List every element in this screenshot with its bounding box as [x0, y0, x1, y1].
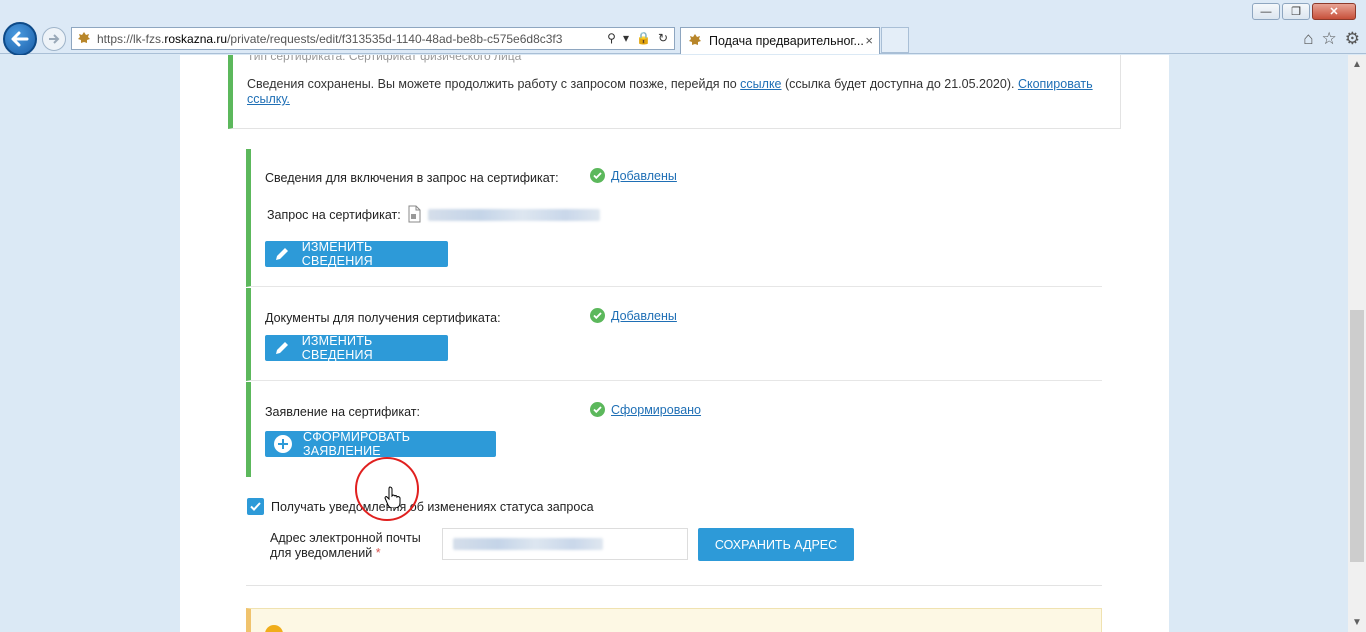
notifications-checkbox[interactable]: [247, 498, 264, 515]
plus-circle-icon: [273, 434, 293, 454]
warning-icon: [265, 625, 283, 632]
form-sheet: Тип сертификата: Сертификат физического …: [180, 55, 1169, 632]
request-info-status: Добавлены: [590, 168, 677, 183]
edit-request-info-button[interactable]: ИЗМЕНИТЬ СВЕДЕНИЯ: [265, 240, 448, 268]
tab-close-icon[interactable]: ×: [865, 33, 873, 48]
url-text: https://lk-fzs.roskazna.ru/private/reque…: [97, 31, 563, 46]
dropdown-icon[interactable]: ▾: [623, 31, 629, 45]
scroll-up-icon[interactable]: ▲: [1352, 59, 1362, 70]
resume-link[interactable]: ссылке: [740, 77, 781, 91]
restore-button[interactable]: ❐: [1282, 3, 1310, 20]
file-icon: [408, 205, 421, 223]
address-bar[interactable]: https://lk-fzs.roskazna.ru/private/reque…: [71, 27, 675, 50]
documents-status-link[interactable]: Добавлены: [611, 309, 677, 323]
request-info-status-link[interactable]: Добавлены: [611, 169, 677, 183]
arrow-right-icon: [49, 34, 60, 44]
pencil-icon: [273, 244, 292, 264]
email-value: [453, 538, 603, 550]
browser-toolbar-icons: ⌂ ☆ ⚙: [1303, 29, 1360, 49]
new-tab-button[interactable]: [881, 27, 909, 53]
warning-panel: [246, 608, 1102, 632]
lock-icon[interactable]: 🔒: [636, 31, 651, 45]
divider: [246, 585, 1102, 586]
statement-label: Заявление на сертификат:: [265, 405, 420, 419]
statement-status-link[interactable]: Сформировано: [611, 403, 701, 417]
saved-message: Сведения сохранены. Вы можете продолжить…: [247, 77, 1093, 106]
refresh-icon[interactable]: ↻: [658, 31, 668, 45]
request-info-label: Сведения для включения в запрос на серти…: [265, 171, 559, 185]
site-emblem-icon: [689, 34, 701, 45]
documents-section: Документы для получения сертификата: Доб…: [246, 288, 1102, 381]
minimize-button[interactable]: —: [1252, 3, 1280, 20]
window-controls: — ❐ ✕: [1252, 3, 1356, 20]
documents-status: Добавлены: [590, 308, 677, 323]
check-circle-icon: [590, 402, 605, 417]
page-viewport: Тип сертификата: Сертификат физического …: [0, 55, 1348, 632]
tab-title: Подача предварительног...: [709, 34, 864, 48]
hand-cursor-icon: [384, 486, 401, 508]
favorites-star-icon[interactable]: ☆: [1322, 29, 1337, 49]
generate-statement-button[interactable]: СФОРМИРОВАТЬ ЗАЯВЛЕНИЕ: [265, 430, 496, 458]
scroll-down-icon[interactable]: ▼: [1352, 617, 1362, 628]
close-window-button[interactable]: ✕: [1312, 3, 1356, 20]
check-circle-icon: [590, 308, 605, 323]
request-file-link[interactable]: [428, 209, 600, 221]
certificate-type-line: Тип сертификата: Сертификат физического …: [247, 55, 522, 63]
save-address-button[interactable]: СОХРАНИТЬ АДРЕС: [698, 528, 854, 561]
email-input[interactable]: [442, 528, 688, 560]
required-mark: *: [375, 546, 381, 560]
request-file-label: Запрос на сертификат:: [267, 208, 401, 222]
request-info-section: Сведения для включения в запрос на серти…: [246, 149, 1102, 287]
address-tools: ⚲ ▾ 🔒 ↻: [607, 31, 668, 45]
browser-tab[interactable]: Подача предварительног... ×: [680, 27, 880, 54]
back-button[interactable]: [3, 22, 37, 56]
pencil-icon: [273, 338, 292, 358]
notifications-checkbox-label: Получать уведомления об изменениях стату…: [271, 499, 594, 514]
arrow-left-icon: [11, 31, 29, 47]
vertical-scrollbar[interactable]: ▲ ▼: [1348, 55, 1366, 632]
notifications-option[interactable]: Получать уведомления об изменениях стату…: [247, 498, 594, 515]
settings-gear-icon[interactable]: ⚙: [1345, 29, 1360, 49]
forward-button[interactable]: [42, 27, 66, 51]
saved-notice: Тип сертификата: Сертификат физического …: [228, 55, 1121, 129]
email-field-label: Адрес электронной почты для уведомлений …: [270, 531, 421, 560]
statement-status: Сформировано: [590, 402, 701, 417]
edit-documents-button[interactable]: ИЗМЕНИТЬ СВЕДЕНИЯ: [265, 334, 448, 362]
documents-label: Документы для получения сертификата:: [265, 311, 501, 325]
scrollbar-thumb[interactable]: [1350, 310, 1364, 562]
site-emblem-icon: [78, 31, 90, 43]
search-icon[interactable]: ⚲: [607, 31, 616, 45]
home-icon[interactable]: ⌂: [1303, 29, 1313, 49]
check-circle-icon: [590, 168, 605, 183]
browser-chrome: — ❐ ✕ https://lk-fzs.roskazna.ru/private…: [0, 0, 1366, 56]
